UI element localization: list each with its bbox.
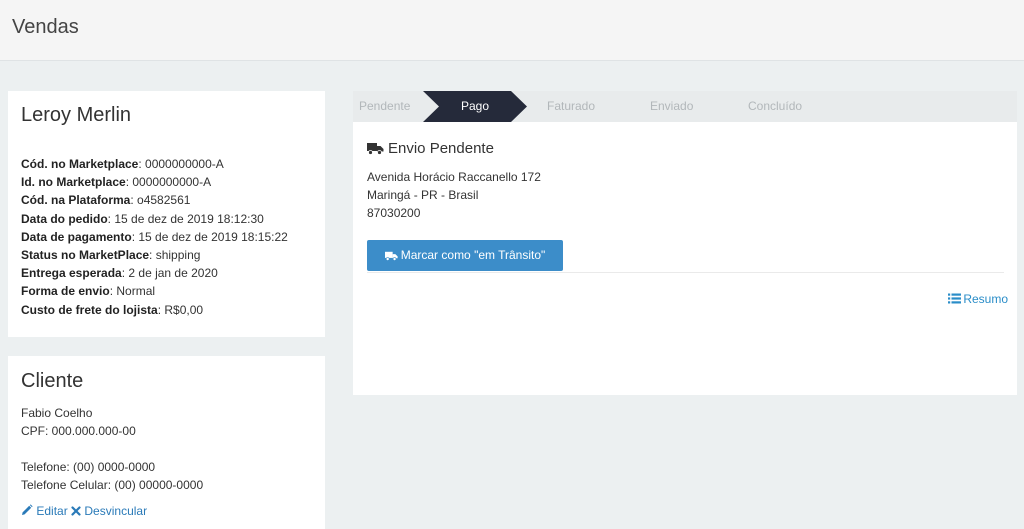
edit-label: Editar bbox=[36, 504, 68, 518]
client-panel: Cliente Fabio Coelho CPF: 000.000.000-00… bbox=[8, 356, 325, 529]
truck-icon bbox=[384, 251, 398, 261]
order-info-list: Cód. no Marketplace: 0000000000-A Id. no… bbox=[21, 155, 288, 319]
summary-link[interactable]: Resumo bbox=[948, 292, 1008, 306]
store-panel: Leroy Merlin Cód. no Marketplace: 000000… bbox=[8, 91, 325, 337]
page-title: Vendas bbox=[12, 16, 79, 38]
times-icon bbox=[71, 506, 81, 516]
info-value: : Normal bbox=[109, 284, 156, 299]
info-label: Forma de envio bbox=[21, 284, 110, 299]
mark-in-transit-label: Marcar como "em Trânsito" bbox=[400, 248, 546, 262]
info-row: Forma de envio: Normal bbox=[21, 282, 288, 300]
step-label-active: Pago bbox=[460, 99, 490, 113]
info-label: Cód. no Marketplace bbox=[21, 157, 139, 171]
info-row: Id. no Marketplace: 0000000000-A bbox=[21, 173, 288, 191]
client-cpf: CPF: 000.000.000-00 bbox=[21, 424, 136, 438]
client-mobile: Telefone Celular: (00) 00000-0000 bbox=[21, 478, 204, 492]
info-row: Custo de frete do lojista: R$0,00 bbox=[21, 301, 288, 319]
step-pendente: Pendente bbox=[359, 99, 411, 113]
summary-label: Resumo bbox=[963, 292, 1008, 306]
address-line1: Avenida Horácio Raccanello 172 bbox=[367, 170, 541, 184]
info-label: Cód. na Plataforma bbox=[21, 193, 131, 208]
pencil-icon bbox=[22, 504, 33, 515]
info-row: Data de pagamento: 15 de dez de 2019 18:… bbox=[21, 228, 288, 246]
unlink-label: Desvincular bbox=[84, 504, 148, 518]
step-faturado: Faturado bbox=[547, 99, 596, 113]
store-name: Leroy Merlin bbox=[21, 104, 132, 126]
info-row: Cód. no Marketplace: 0000000000-A bbox=[21, 155, 288, 173]
client-name: Fabio Coelho bbox=[21, 406, 93, 420]
info-row: Entrega esperada: 2 de jan de 2020 bbox=[21, 264, 288, 282]
client-actions: Editar Desvincular bbox=[21, 504, 147, 518]
client-phone: Telefone: (00) 0000-0000 bbox=[21, 460, 156, 474]
step-concluido: Concluído bbox=[748, 99, 803, 113]
info-row: Status no MarketPlace: shipping bbox=[21, 246, 288, 264]
unlink-link[interactable]: Desvincular bbox=[71, 504, 147, 518]
edit-link[interactable]: Editar bbox=[21, 504, 71, 518]
order-status-panel: Pendente Pago Faturado Enviado Concluído… bbox=[353, 91, 1017, 395]
info-row: Data do pedido: 15 de dez de 2019 18:12:… bbox=[21, 210, 288, 228]
step-enviado: Enviado bbox=[650, 99, 694, 113]
mark-in-transit-button[interactable]: Marcar como "em Trânsito" bbox=[367, 240, 563, 271]
list-icon bbox=[948, 293, 962, 304]
info-label: Id. no Marketplace bbox=[21, 175, 126, 190]
address-zip: 87030200 bbox=[367, 206, 421, 220]
info-value: : o4582561 bbox=[130, 193, 191, 208]
client-title: Cliente bbox=[21, 370, 84, 392]
info-value: : shipping bbox=[149, 248, 201, 263]
info-label: Entrega esperada bbox=[21, 266, 122, 281]
info-value: : 0000000000-A bbox=[125, 175, 212, 190]
info-label: Custo de frete do lojista bbox=[21, 302, 158, 317]
info-value: : 2 de jan de 2020 bbox=[121, 266, 218, 281]
info-value: : 15 de dez de 2019 18:12:30 bbox=[107, 211, 264, 226]
info-value: : R$0,00 bbox=[157, 302, 204, 317]
shipping-address: Avenida Horácio Raccanello 172 Maringá -… bbox=[367, 168, 541, 222]
address-line2: Maringá - PR - Brasil bbox=[367, 188, 479, 202]
page-header: Vendas bbox=[0, 0, 1024, 61]
info-value: : 0000000000-A bbox=[138, 157, 224, 171]
order-progress-steps: Pendente Pago Faturado Enviado Concluído bbox=[353, 91, 1017, 122]
truck-icon bbox=[367, 143, 384, 155]
info-label: Status no MarketPlace bbox=[21, 248, 150, 263]
info-value: : 15 de dez de 2019 18:15:22 bbox=[131, 229, 288, 244]
step-pago: Pago bbox=[423, 91, 527, 122]
info-row: Cód. na Plataforma: o4582561 bbox=[21, 191, 288, 209]
shipping-title-text: Envio Pendente bbox=[388, 140, 494, 157]
client-details: Fabio Coelho CPF: 000.000.000-00 Telefon… bbox=[21, 404, 203, 494]
info-label: Data do pedido bbox=[21, 211, 108, 226]
shipping-title: Envio Pendente bbox=[367, 140, 494, 157]
divider bbox=[367, 272, 1004, 273]
info-label: Data de pagamento bbox=[21, 229, 132, 244]
